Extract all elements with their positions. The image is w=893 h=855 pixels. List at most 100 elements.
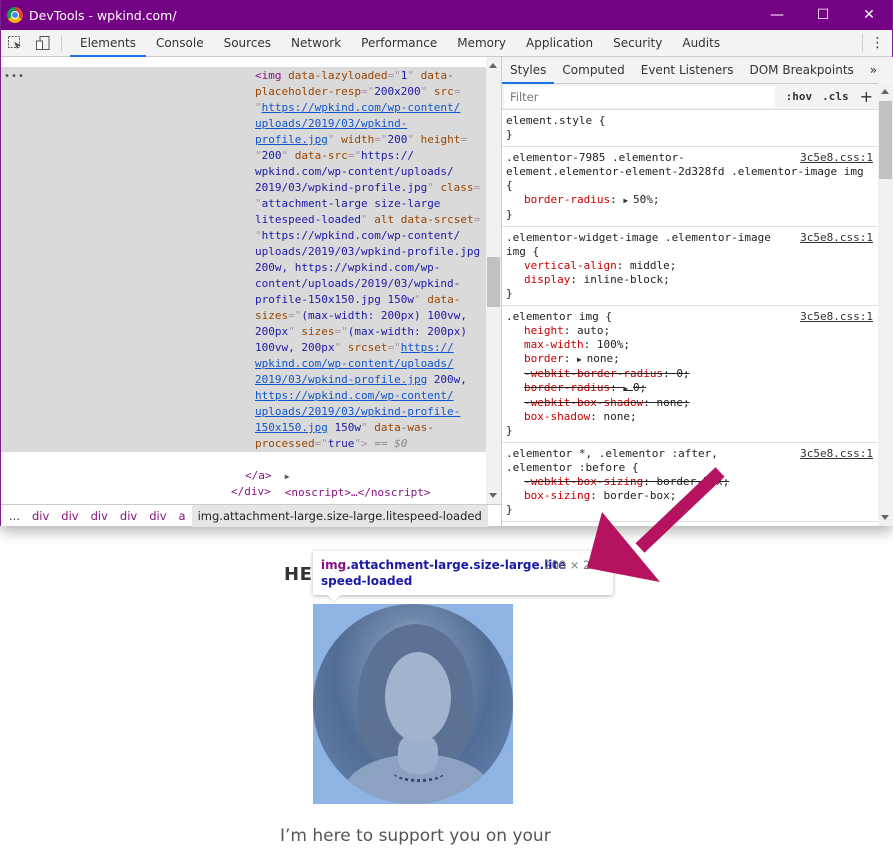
more-options-icon[interactable]: ⋮ xyxy=(862,34,892,52)
code-link[interactable]: 150x150.jpg xyxy=(255,421,328,434)
breadcrumb-selected[interactable]: img.attachment-large.size-large.litespee… xyxy=(191,504,488,527)
rule-source-link[interactable]: 3c5e8.css:1 xyxy=(800,231,873,245)
property-name[interactable]: border-radius xyxy=(524,193,610,206)
tab-elements[interactable]: Elements xyxy=(70,30,146,57)
styles-scrollbar[interactable] xyxy=(878,83,893,526)
style-rule[interactable]: 3c5e8.css:1 .elementor-widget-image .elem… xyxy=(502,227,893,306)
tab-dom-breakpoints[interactable]: DOM Breakpoints xyxy=(741,57,861,83)
property-name[interactable]: border-radius xyxy=(524,381,610,394)
property-value[interactable]: none; xyxy=(587,352,620,365)
rule-selector[interactable]: element.style { xyxy=(506,114,875,128)
property-value[interactable]: inline-block; xyxy=(584,273,670,286)
style-property[interactable]: height: auto; xyxy=(506,324,875,338)
new-rule-plus-icon[interactable]: + xyxy=(854,87,877,106)
property-value[interactable]: 100%; xyxy=(597,338,630,351)
property-value[interactable]: none; xyxy=(603,410,636,423)
expand-triangle-icon[interactable]: ▶ xyxy=(285,472,290,481)
tab-audits[interactable]: Audits xyxy=(672,30,730,56)
property-value[interactable]: middle; xyxy=(630,259,676,272)
breadcrumb-item[interactable]: div xyxy=(114,509,143,523)
property-value[interactable]: border-box; xyxy=(603,489,676,502)
tab-memory[interactable]: Memory xyxy=(447,30,516,56)
more-tabs-chevron-icon[interactable]: » xyxy=(862,57,885,83)
style-property[interactable]: box-sizing: border-box; xyxy=(506,489,875,503)
rule-source-link[interactable]: 3c5e8.css:1 xyxy=(800,151,873,165)
code-link[interactable]: https://wpkind.com/wp-content/ xyxy=(255,389,454,402)
scroll-down-icon[interactable] xyxy=(489,493,497,498)
hover-state-button[interactable]: :hov xyxy=(781,90,818,103)
code-link[interactable]: https://wpkind.com/wp-content/ xyxy=(262,101,461,114)
property-value[interactable]: 0; xyxy=(633,381,646,394)
property-name[interactable]: -webkit-box-shadow xyxy=(524,396,643,409)
style-property[interactable]: border: ▶ none; xyxy=(506,352,875,367)
style-rule[interactable]: element.style {} xyxy=(502,110,893,147)
property-name[interactable]: -webkit-box-sizing xyxy=(524,475,643,488)
maximize-button[interactable]: ☐ xyxy=(800,0,846,30)
expand-triangle-icon[interactable]: ▶ xyxy=(623,196,633,205)
tab-performance[interactable]: Performance xyxy=(351,30,447,56)
style-property[interactable]: box-shadow: none; xyxy=(506,410,875,424)
rule-source-link[interactable]: 3c5e8.css:1 xyxy=(800,447,873,461)
tab-security[interactable]: Security xyxy=(603,30,672,56)
code-link[interactable]: uploads/2019/03/wpkind- xyxy=(255,117,407,130)
tab-styles[interactable]: Styles xyxy=(502,57,555,84)
property-value[interactable]: border-box; xyxy=(656,475,729,488)
breadcrumb-item[interactable]: div xyxy=(85,509,114,523)
style-property[interactable]: -webkit-box-shadow: none; xyxy=(506,396,875,410)
elements-scrollbar[interactable] xyxy=(486,57,501,504)
property-name[interactable]: display xyxy=(524,273,570,286)
property-name[interactable]: box-sizing xyxy=(524,489,590,502)
breadcrumb-item[interactable]: div xyxy=(26,509,55,523)
scrollbar-thumb[interactable] xyxy=(879,101,892,179)
style-property[interactable]: max-width: 100%; xyxy=(506,338,875,352)
property-name[interactable]: vertical-align xyxy=(524,259,617,272)
node-ellipsis-icon[interactable]: ••• xyxy=(4,69,25,85)
dom-line-noscript[interactable]: ▶ <noscript>…</noscript> xyxy=(245,452,431,504)
style-property[interactable]: -webkit-border-radius: 0; xyxy=(506,367,875,381)
property-name[interactable]: box-shadow xyxy=(524,410,590,423)
property-name[interactable]: height xyxy=(524,324,564,337)
style-rule[interactable]: 3c5e8.css:1 .elementor-7985 .elementor- e… xyxy=(502,147,893,227)
dom-line-close-div[interactable]: </div> xyxy=(231,484,271,500)
breadcrumb-ellipsis[interactable]: ... xyxy=(1,509,26,523)
code-link[interactable]: 2019/03/wpkind-profile.jpg xyxy=(255,373,427,386)
scroll-up-icon[interactable] xyxy=(881,89,889,94)
dom-line-close-a[interactable]: </a> xyxy=(245,468,272,484)
close-button[interactable]: ✕ xyxy=(846,0,892,30)
class-toggle-button[interactable]: .cls xyxy=(817,90,854,103)
code-link[interactable]: uploads/2019/03/wpkind-profile- xyxy=(255,405,460,418)
expand-triangle-icon[interactable]: ▶ xyxy=(577,355,587,364)
inspect-element-icon[interactable] xyxy=(1,30,29,56)
breadcrumb-item[interactable]: div xyxy=(55,509,84,523)
rule-source-link[interactable]: 3c5e8.css:1 xyxy=(800,310,873,324)
breadcrumb-item[interactable]: a xyxy=(173,509,192,523)
scroll-up-icon[interactable] xyxy=(489,63,497,68)
style-property[interactable]: vertical-align: middle; xyxy=(506,259,875,273)
code-link[interactable]: wpkind.com/wp-content/uploads/ xyxy=(255,357,454,370)
property-value[interactable]: 0; xyxy=(676,367,689,380)
style-property[interactable]: border-radius: ▶ 50%; xyxy=(506,193,875,208)
profile-photo[interactable] xyxy=(313,604,513,804)
tab-application[interactable]: Application xyxy=(516,30,603,56)
property-name[interactable]: -webkit-border-radius xyxy=(524,367,663,380)
scrollbar-thumb[interactable] xyxy=(487,257,500,307)
property-value[interactable]: 50%; xyxy=(633,193,660,206)
style-rule[interactable]: 3c5e8.css:1 .elementor *, .elementor :aft… xyxy=(502,443,893,522)
property-value[interactable]: none; xyxy=(656,396,689,409)
expand-triangle-icon[interactable]: ▶ xyxy=(623,384,633,393)
code-link[interactable]: https:// xyxy=(401,341,454,354)
tab-sources[interactable]: Sources xyxy=(214,30,281,56)
style-rule[interactable]: 3c5e8.css:1 .elementor img {height: auto;… xyxy=(502,306,893,443)
scroll-down-icon[interactable] xyxy=(881,515,889,520)
tab-console[interactable]: Console xyxy=(146,30,214,56)
style-property[interactable]: -webkit-box-sizing: border-box; xyxy=(506,475,875,489)
style-property[interactable]: display: inline-block; xyxy=(506,273,875,287)
breadcrumb-item[interactable]: div xyxy=(143,509,172,523)
tab-event-listeners[interactable]: Event Listeners xyxy=(633,57,742,83)
device-toggle-icon[interactable] xyxy=(29,30,57,56)
style-property[interactable]: border-radius: ▶ 0; xyxy=(506,381,875,396)
property-name[interactable]: border xyxy=(524,352,564,365)
property-name[interactable]: max-width xyxy=(524,338,584,351)
code-link[interactable]: profile.jpg xyxy=(255,133,328,146)
tab-network[interactable]: Network xyxy=(281,30,351,56)
